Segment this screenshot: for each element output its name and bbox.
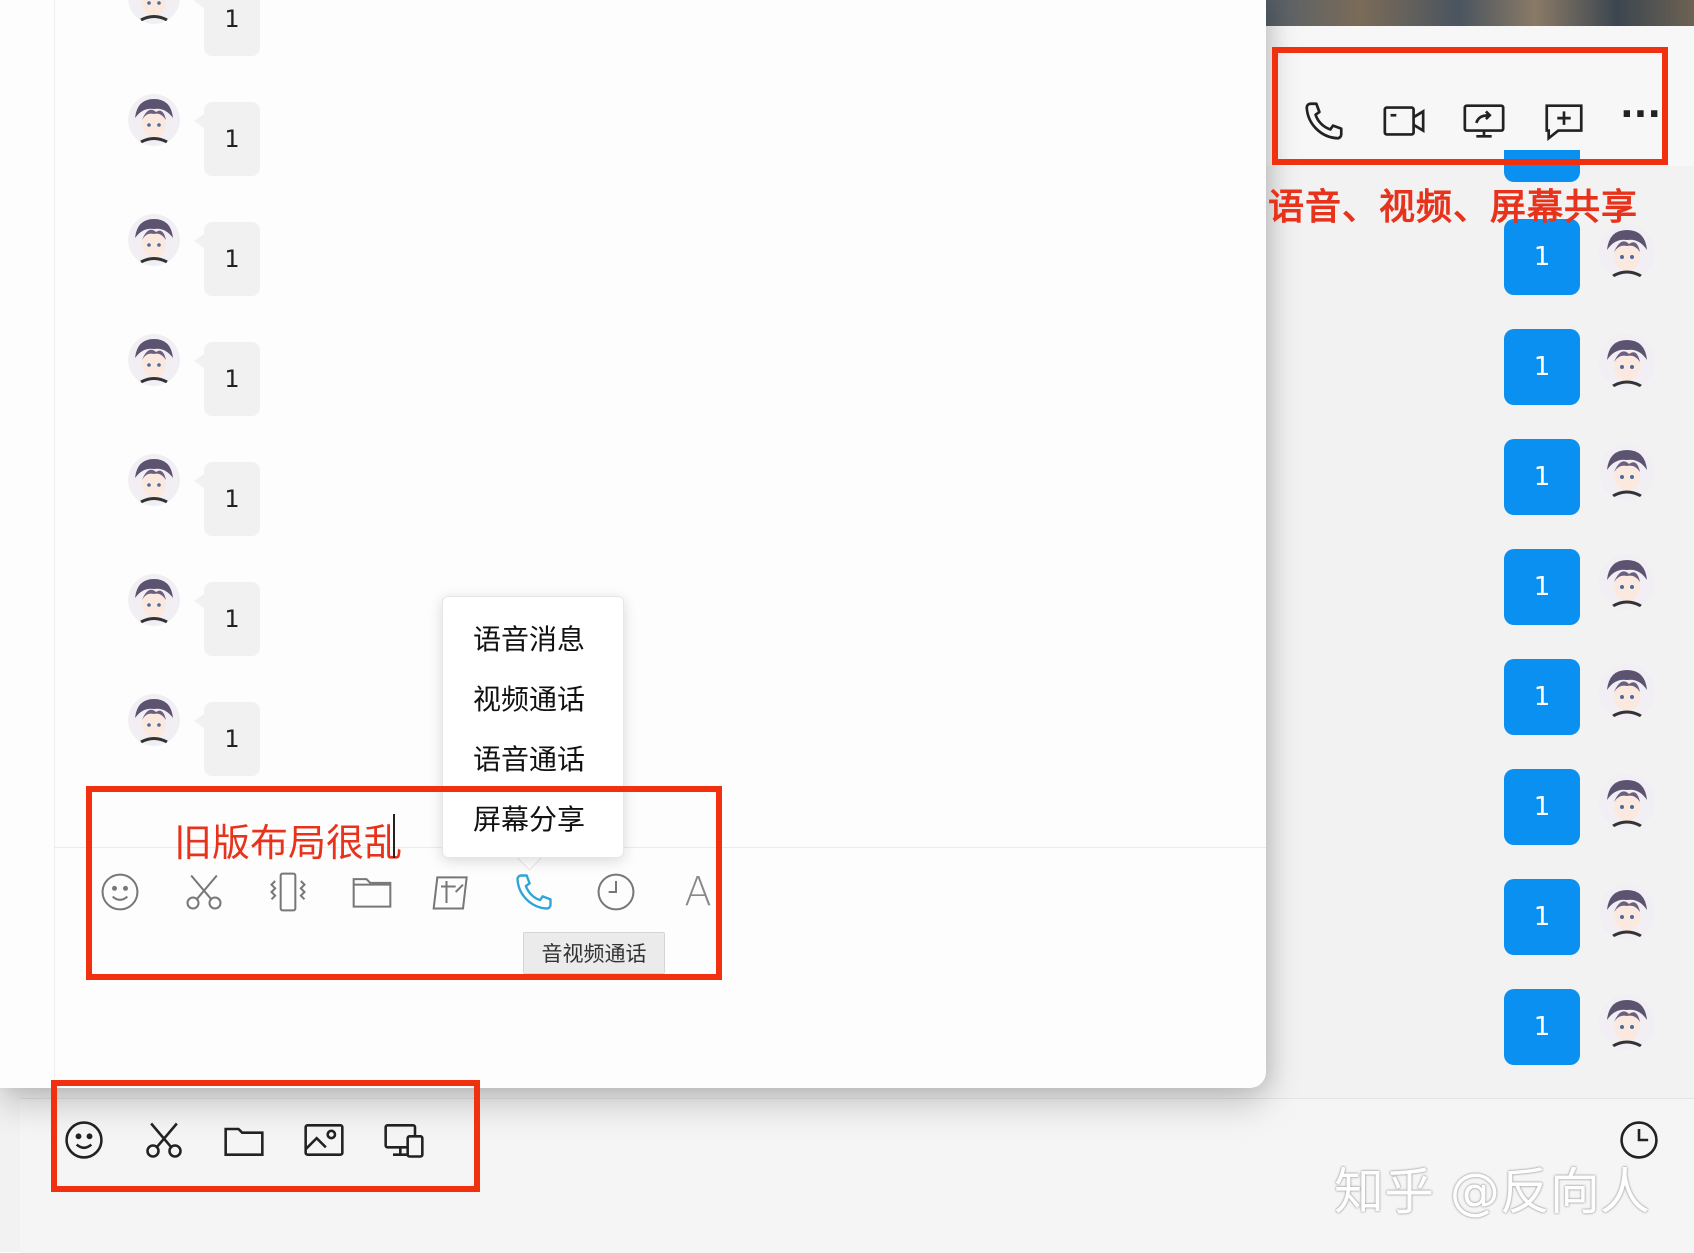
message-bubble[interactable]: 1 <box>194 0 260 56</box>
avatar[interactable] <box>1599 664 1655 720</box>
watermark: 知乎 @反向人 <box>1334 1163 1650 1221</box>
avatar[interactable] <box>128 334 180 386</box>
sidebar-divider <box>54 0 55 1078</box>
annotation-caption: 语音、视频、屏幕共享 <box>1268 187 1639 228</box>
avatar[interactable] <box>1599 224 1655 280</box>
menu-item-voice-call[interactable]: 语音通话 <box>443 731 623 785</box>
message-bubble[interactable]: 1 <box>194 342 260 416</box>
message-bubble[interactable]: 1 <box>194 102 260 176</box>
menu-item-voice-message[interactable]: 语音消息 <box>443 611 623 665</box>
avatar[interactable] <box>128 454 180 506</box>
annotation-box-old-toolbar <box>86 786 722 980</box>
menu-item-video-call[interactable]: 视频通话 <box>443 671 623 725</box>
avatar[interactable] <box>1599 334 1655 390</box>
message-bubble[interactable]: 1 <box>194 222 260 296</box>
wallpaper-strip <box>1266 0 1694 26</box>
message-bubble[interactable]: 1 <box>194 582 260 656</box>
message-bubble[interactable]: 1 <box>1504 879 1580 955</box>
avatar[interactable] <box>128 94 180 146</box>
avatar[interactable] <box>128 214 180 266</box>
message-bubble[interactable]: 1 <box>194 462 260 536</box>
avatar[interactable] <box>1599 774 1655 830</box>
avatar[interactable] <box>1599 884 1655 940</box>
avatar[interactable] <box>128 574 180 626</box>
annotation-box-header <box>1272 47 1668 165</box>
avatar[interactable] <box>128 694 180 746</box>
message-bubble[interactable]: 1 <box>194 702 260 776</box>
avatar[interactable] <box>1599 554 1655 610</box>
avatar[interactable] <box>1599 444 1655 500</box>
message-bubble[interactable]: 1 <box>1504 549 1580 625</box>
message-bubble[interactable]: 1 <box>1504 439 1580 515</box>
message-bubble[interactable]: 1 <box>1504 659 1580 735</box>
annotation-box-new-toolbar <box>51 1080 480 1192</box>
message-bubble[interactable]: 1 <box>1504 329 1580 405</box>
avatar[interactable] <box>1599 994 1655 1050</box>
message-bubble[interactable]: 1 <box>1504 219 1580 295</box>
message-bubble[interactable]: 1 <box>1504 769 1580 845</box>
message-bubble[interactable]: 1 <box>1504 989 1580 1065</box>
